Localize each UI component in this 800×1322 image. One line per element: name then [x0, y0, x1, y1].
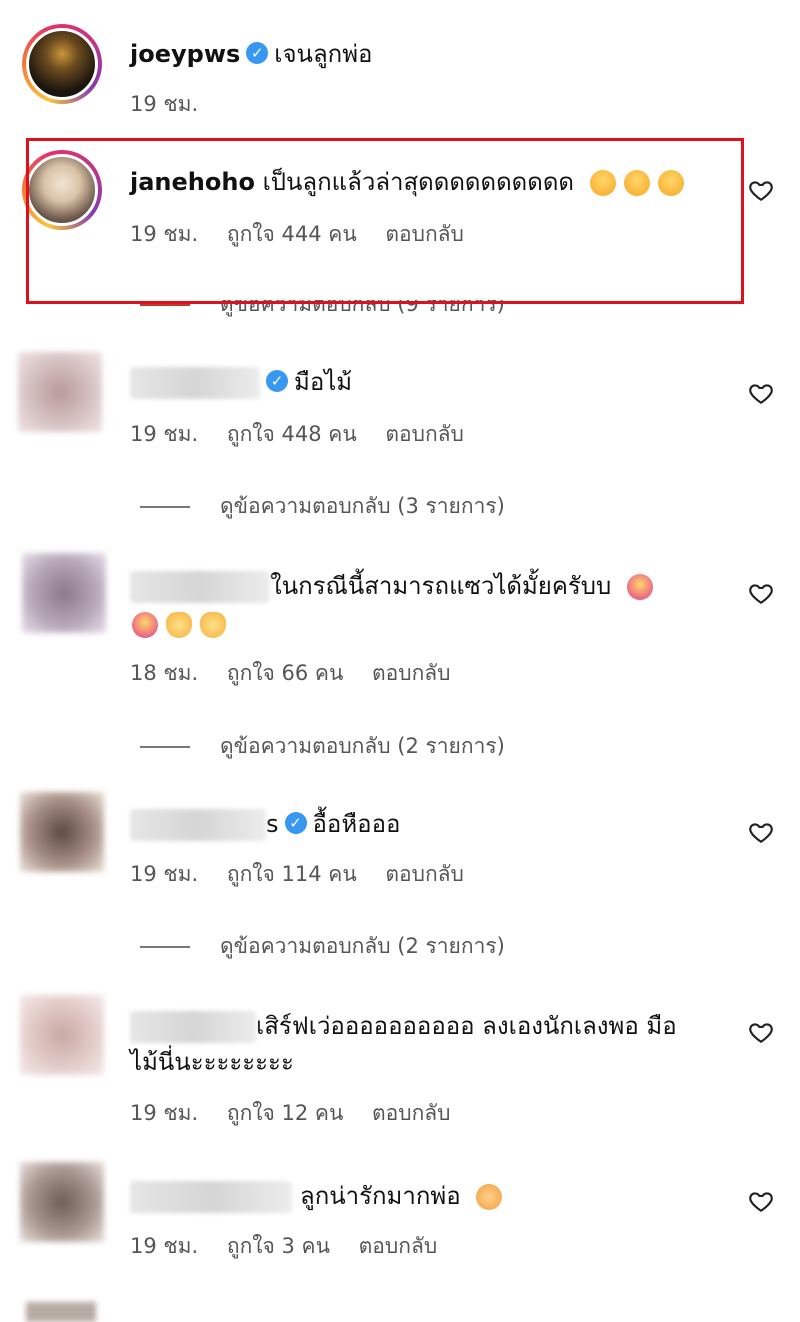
comment-time: 19 ชม.	[130, 1101, 199, 1125]
comment-text: เจนลูกพ่อ	[274, 40, 373, 68]
comment-text: ในกรณีนี้สามารถแซวได้มั้ยครับบ	[270, 572, 612, 600]
like-count[interactable]: ถูกใจ 448 คน	[227, 422, 357, 446]
heart-hands-emoji-icon	[166, 612, 192, 638]
verified-badge-icon: ✓	[284, 812, 307, 834]
like-count[interactable]: ถูกใจ 3 คน	[227, 1234, 330, 1258]
reply-button[interactable]: ตอบกลับ	[385, 862, 464, 886]
username-tail: s	[266, 810, 279, 838]
reply-button[interactable]: ตอบกลับ	[359, 1234, 438, 1258]
divider	[140, 304, 190, 306]
view-replies-label: ดูข้อความตอบกลับ (2 รายการ)	[220, 734, 505, 758]
comment-time: 19 ชม.	[130, 1234, 199, 1258]
highlight-box	[26, 138, 744, 304]
view-replies-label: ดูข้อความตอบกลับ (2 รายการ)	[220, 934, 505, 958]
grinning-squinting-emoji-icon	[626, 574, 653, 600]
view-replies-button[interactable]: ดูข้อความตอบกลับ (3 รายการ)	[140, 490, 505, 523]
view-replies-button[interactable]: ดูข้อความตอบกลับ (2 รายการ)	[140, 730, 505, 763]
heart-hands-emoji-icon	[200, 612, 226, 638]
avatar[interactable]	[18, 352, 102, 432]
avatar[interactable]	[20, 792, 104, 872]
like-count[interactable]: ถูกใจ 114 คน	[227, 862, 357, 886]
heart-outline-icon[interactable]	[748, 380, 774, 406]
comment-text: อื้อหือออ	[312, 810, 401, 838]
clapping-hands-emoji-icon	[476, 1184, 503, 1210]
reply-button[interactable]: ตอบกลับ	[372, 661, 451, 685]
comment-time: 19 ชม.	[130, 422, 199, 446]
heart-outline-icon[interactable]	[748, 1019, 774, 1045]
divider	[140, 946, 190, 948]
avatar[interactable]	[22, 553, 106, 633]
comment-text: เสิร์ฟเว่ออออออออออ ลงเองนักเลงพอ มือ	[256, 1012, 677, 1040]
divider	[140, 746, 190, 748]
comment-text: มือไม้	[294, 368, 353, 396]
avatar[interactable]	[20, 995, 104, 1075]
comment-time: 18 ชม.	[130, 661, 199, 685]
avatar[interactable]	[20, 1162, 104, 1242]
like-count[interactable]: ถูกใจ 12 คน	[227, 1101, 343, 1125]
divider	[140, 506, 190, 508]
verified-badge-icon: ✓	[266, 370, 288, 392]
grinning-squinting-emoji-icon	[132, 612, 158, 638]
username[interactable]	[130, 1181, 292, 1213]
comment-time: 19 ชม.	[130, 862, 199, 886]
view-replies-button[interactable]: ดูข้อความตอบกลับ (2 รายการ)	[140, 930, 505, 963]
avatar[interactable]	[22, 24, 102, 104]
heart-outline-icon[interactable]	[748, 177, 774, 203]
reply-button[interactable]: ตอบกลับ	[372, 1101, 451, 1125]
like-count[interactable]: ถูกใจ 66 คน	[227, 661, 343, 685]
heart-outline-icon[interactable]	[748, 580, 774, 606]
verified-badge-icon: ✓	[246, 42, 269, 64]
heart-outline-icon[interactable]	[748, 1188, 774, 1214]
view-replies-label: ดูข้อความตอบกลับ (3 รายการ)	[220, 494, 505, 518]
username[interactable]	[130, 571, 270, 603]
username-blurred[interactable]	[130, 809, 266, 841]
heart-outline-icon[interactable]	[748, 819, 774, 845]
username[interactable]	[130, 1011, 256, 1043]
comment-time: 19 ชม.	[130, 92, 199, 116]
avatar-partial[interactable]	[26, 1302, 96, 1322]
username[interactable]	[130, 367, 260, 399]
reply-button[interactable]: ตอบกลับ	[385, 422, 464, 446]
username[interactable]: joeypws	[130, 40, 240, 68]
comment-text: ลูกน่ารักมากพ่อ	[300, 1182, 461, 1210]
comment-text-continued: ไม้นี่นะะะะะะะะ	[130, 1048, 294, 1076]
